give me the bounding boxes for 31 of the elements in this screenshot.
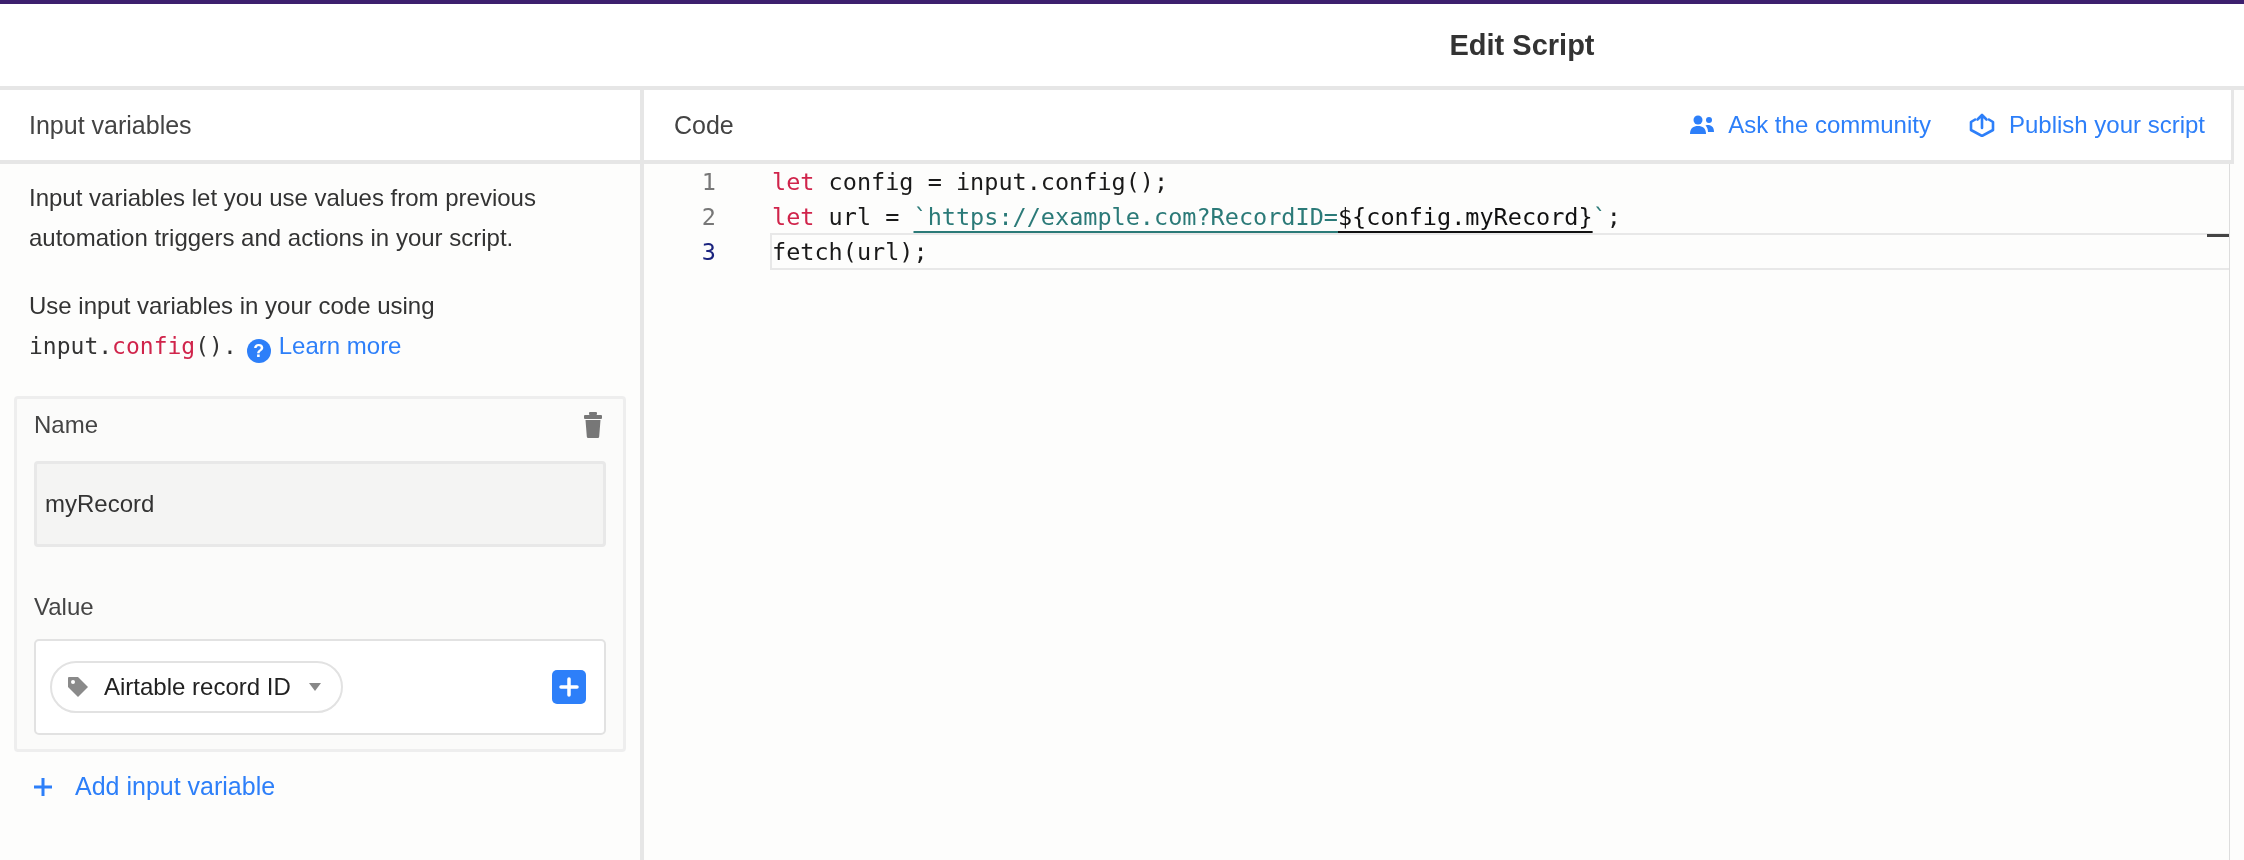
plus-icon	[33, 776, 53, 797]
upload-icon	[1968, 113, 1995, 137]
add-variable-button[interactable]: Add input variable	[33, 772, 276, 801]
code-editor[interactable]: 1 let config = input.config(); 2 let url = `https://example.com?RecordID=${config.myRecord}`; 3 fetch(url);	[644, 164, 2230, 860]
line-number: 1	[700, 167, 716, 196]
usage-text: Use input variables in your code using input.config(). ? Learn more	[29, 291, 436, 365]
value-dropdown[interactable]: Airtable record ID	[50, 661, 343, 713]
overview-ruler-mark	[2207, 234, 2229, 237]
line-number: 3	[700, 237, 716, 266]
name-label: Name	[34, 411, 99, 439]
panel-title: Input variables	[29, 110, 192, 140]
plus-icon	[559, 677, 579, 697]
value-label: Value	[34, 593, 95, 621]
ask-community-link[interactable]: Ask the community	[1690, 111, 1931, 139]
value-text: Airtable record ID	[104, 673, 291, 701]
people-icon	[1690, 115, 1715, 135]
window-title: Edit Script	[1449, 28, 1595, 62]
caret-icon	[308, 683, 321, 691]
name-field[interactable]: myRecord	[34, 461, 606, 547]
line-number: 2	[700, 202, 716, 231]
help-icon[interactable]: ?	[246, 339, 271, 363]
code-line: fetch(url);	[770, 233, 2229, 270]
tag-icon	[66, 675, 90, 699]
code-line: let url = `https://example.com?RecordID=${config.myRecord}`;	[771, 201, 1622, 233]
description-text: Input variables let you use values from previous automation triggers and actions in your script.	[29, 183, 537, 253]
insert-button[interactable]	[552, 670, 586, 704]
learn-more-link[interactable]: Learn more	[278, 332, 402, 359]
panel-title: Code	[674, 110, 734, 140]
code-line: let config = input.config();	[771, 166, 1170, 198]
publish-script-link[interactable]: Publish your script	[1968, 111, 2205, 139]
trash-icon[interactable]	[584, 412, 602, 438]
